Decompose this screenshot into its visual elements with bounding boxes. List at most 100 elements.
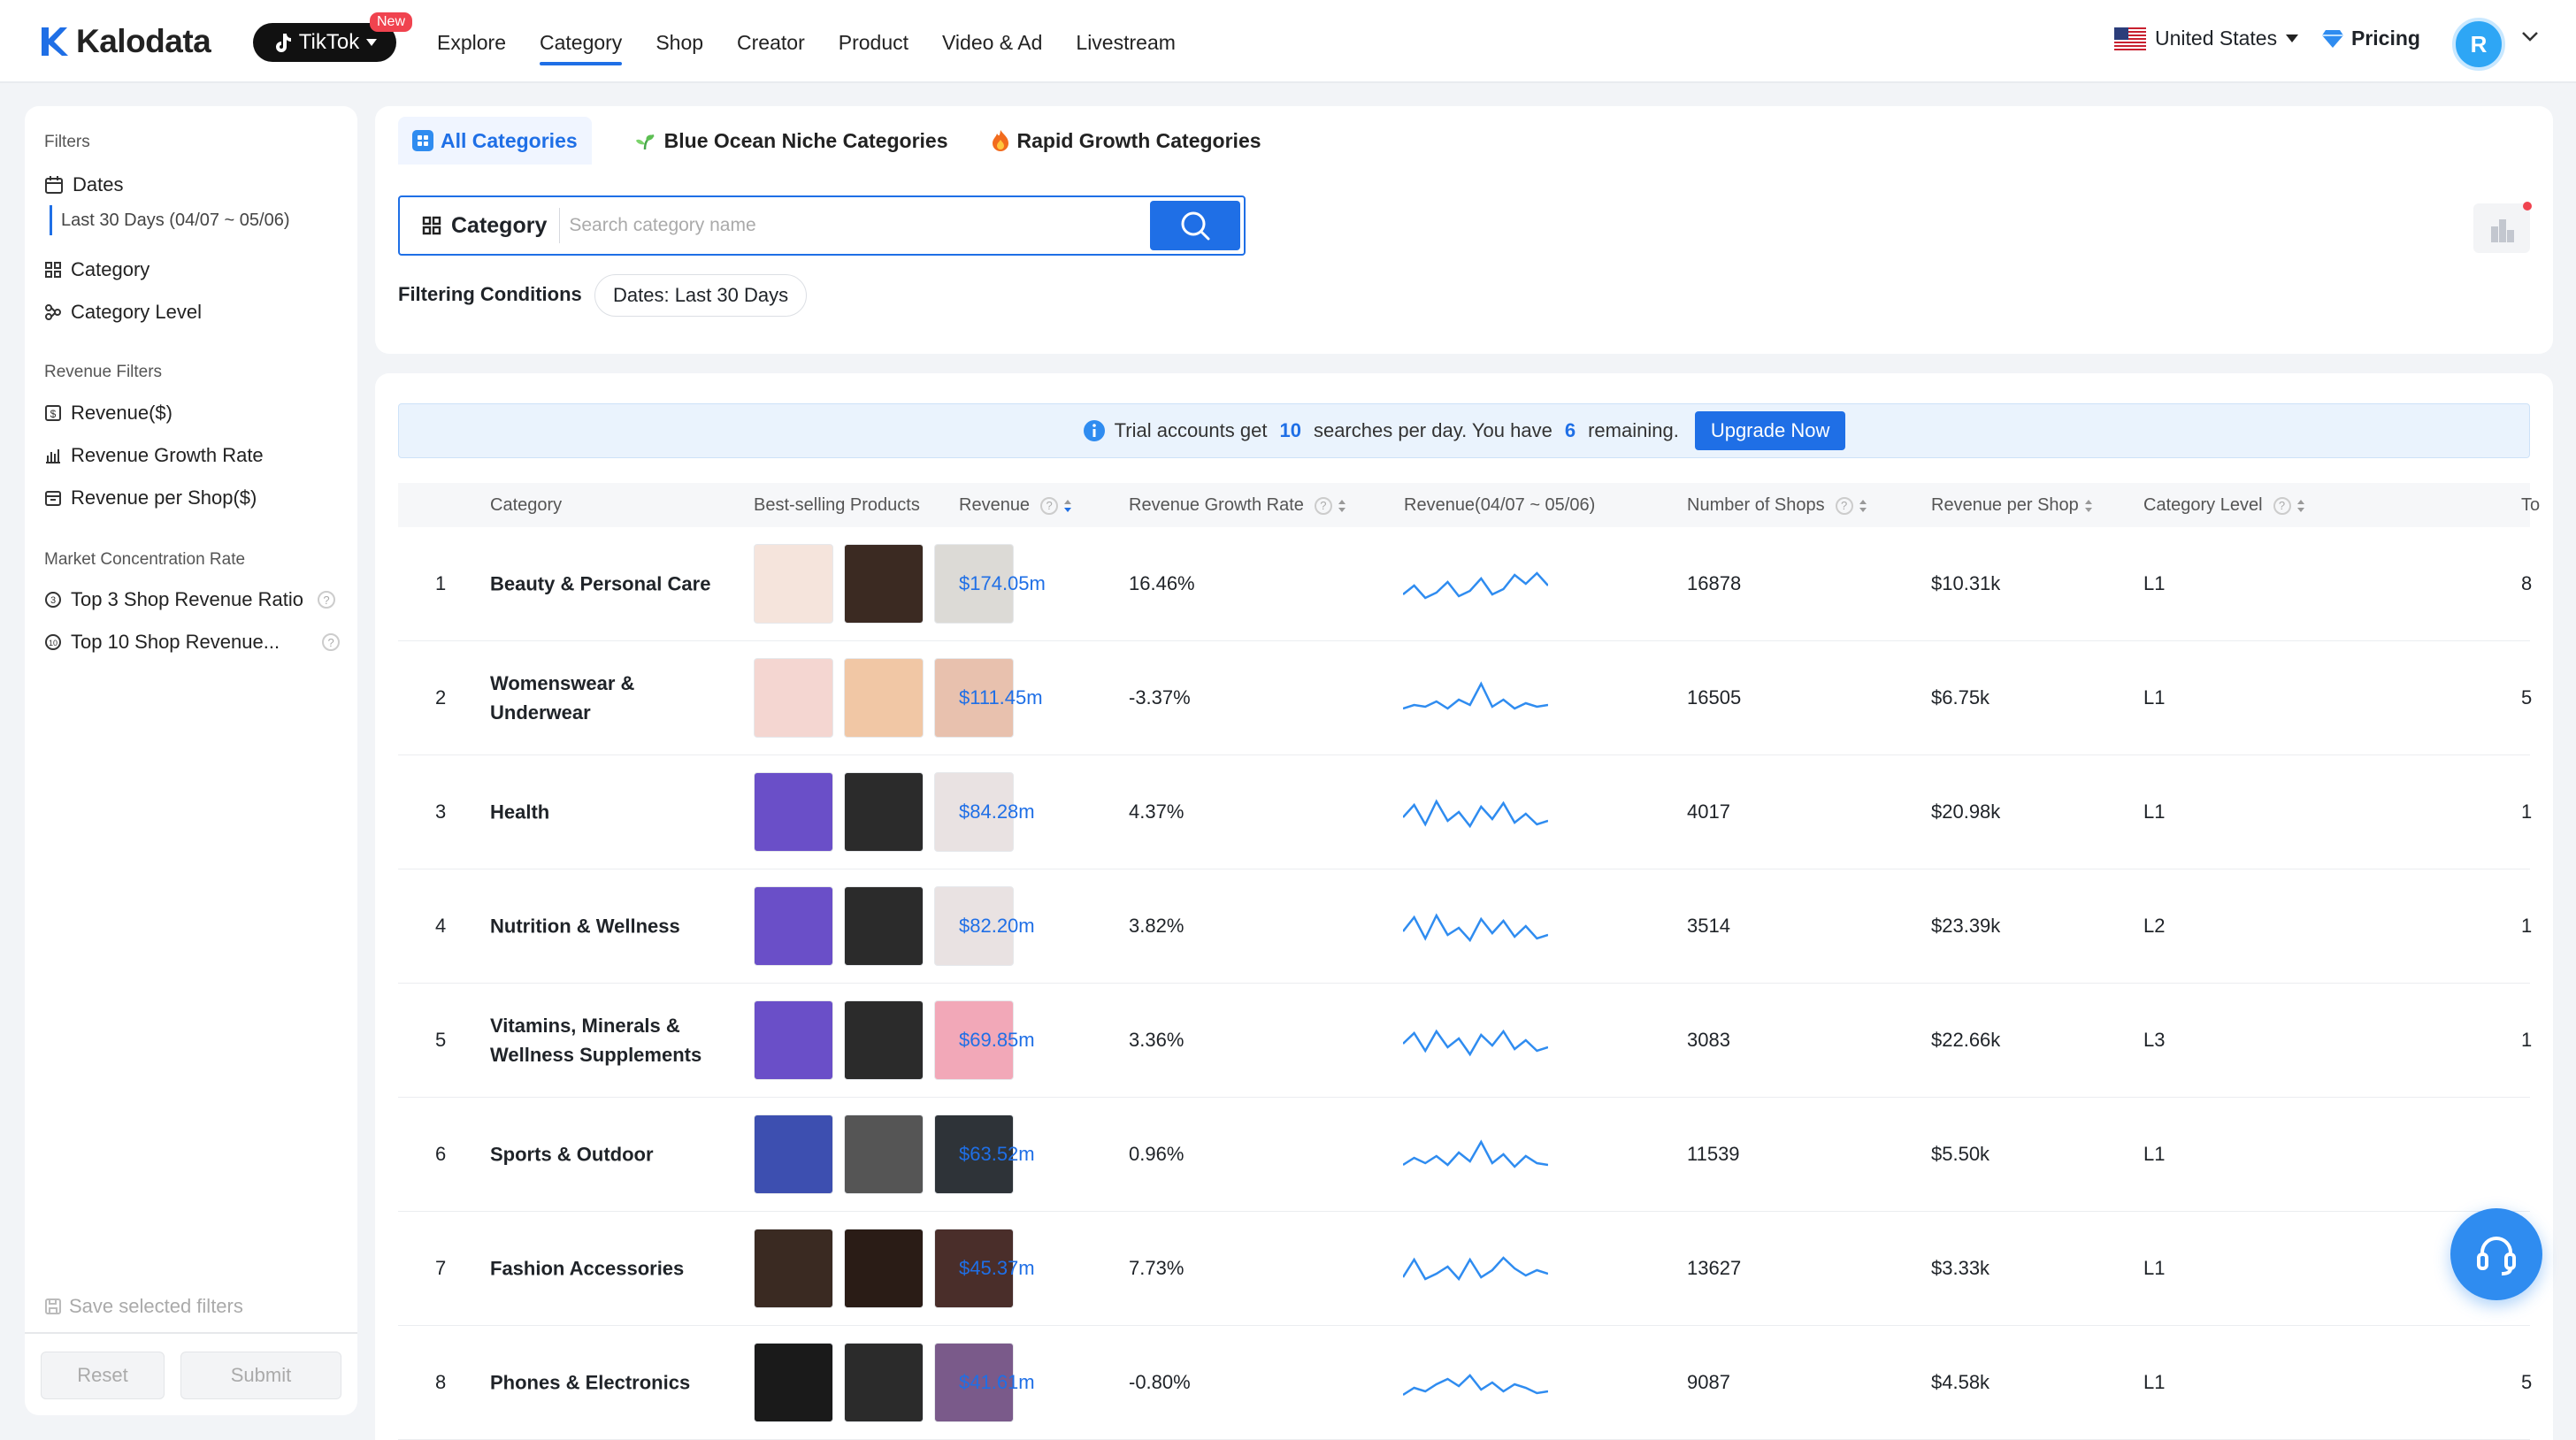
product-thumbnail[interactable] (844, 544, 924, 624)
col-revenue-per-shop[interactable]: Revenue per Shop (1931, 495, 2093, 516)
support-button[interactable] (2450, 1208, 2542, 1300)
dates-filter[interactable]: Dates (44, 173, 123, 196)
trial-text-pre: Trial accounts get (1114, 419, 1268, 441)
table-row[interactable]: 1 Beauty & Personal Care $174.05m 16.46%… (398, 527, 2532, 641)
revenue-growth-filter[interactable]: Revenue Growth Rate (44, 444, 264, 467)
revenue-cell[interactable]: $69.85m (959, 1029, 1035, 1052)
submit-button[interactable]: Submit (180, 1352, 341, 1399)
top10-revenue-filter[interactable]: 10 Top 10 Shop Revenue... ? (44, 631, 341, 654)
filtering-conditions-label: Filtering Conditions (398, 283, 582, 305)
category-name-cell[interactable]: Fashion Accessories (490, 1254, 738, 1283)
table-row[interactable]: 7 Fashion Accessories $45.37m 7.73% 1362… (398, 1212, 2530, 1326)
product-thumbnail[interactable] (844, 658, 924, 738)
revenue-cell[interactable]: $41.61m (959, 1371, 1035, 1394)
revenue-cell[interactable]: $111.45m (959, 686, 1043, 709)
table-row[interactable]: 3 Health $84.28m 4.37% 4017 $20.98k L1 1 (398, 755, 2533, 869)
product-thumbnail[interactable] (754, 658, 833, 738)
product-thumbnail[interactable] (754, 1114, 833, 1194)
table-row[interactable]: 4 Nutrition & Wellness $82.20m 3.82% 351… (398, 869, 2532, 984)
rank-cell: 5 (435, 1029, 447, 1051)
revenue-cell[interactable]: $174.05m (959, 572, 1046, 595)
help-icon[interactable]: ? (2273, 496, 2291, 515)
help-icon[interactable]: ? (322, 633, 341, 651)
save-filters[interactable]: Save selected filters (44, 1295, 243, 1318)
chevron-down-icon[interactable] (2521, 30, 2539, 42)
table-row[interactable]: 2 Womenswear & Underwear $111.45m -3.37%… (398, 641, 2532, 755)
dates-value[interactable]: Last 30 Days (04/07 ~ 05/06) (50, 205, 290, 235)
sort-icon[interactable] (1338, 499, 1346, 513)
product-thumbnail[interactable] (754, 772, 833, 852)
pricing-link[interactable]: Pricing (2321, 27, 2420, 50)
category-name-cell[interactable]: Beauty & Personal Care (490, 570, 738, 599)
product-thumbnail[interactable] (754, 544, 833, 624)
search-button[interactable] (1150, 201, 1240, 250)
search-input[interactable] (560, 215, 1145, 236)
date-condition-chip[interactable]: Dates: Last 30 Days (594, 274, 808, 317)
revenue-cell[interactable]: $82.20m (959, 915, 1035, 938)
tab-blue-ocean[interactable]: Blue Ocean Niche Categories (634, 129, 948, 153)
search-scope[interactable]: Category (400, 208, 561, 243)
nav-shop[interactable]: Shop (656, 0, 703, 83)
category-filter[interactable]: Category (44, 258, 150, 281)
product-thumbnail[interactable] (754, 886, 833, 966)
product-thumbnail[interactable] (844, 1000, 924, 1080)
region-selector[interactable]: United States (2114, 27, 2299, 50)
product-thumbnail[interactable] (844, 1114, 924, 1194)
col-revenue-growth[interactable]: Revenue Growth Rate ? (1129, 495, 1346, 516)
ranking-icon[interactable] (2473, 203, 2530, 253)
col-number-of-shops[interactable]: Number of Shops ? (1687, 495, 1867, 516)
top3-ratio-filter[interactable]: 3 Top 3 Shop Revenue Ratio ? (44, 588, 335, 611)
nav-product[interactable]: Product (839, 0, 908, 83)
sort-icon[interactable] (2084, 499, 2093, 513)
grid-icon (422, 216, 441, 235)
help-icon[interactable]: ? (1835, 496, 1853, 515)
table-row[interactable]: 5 Vitamins, Minerals & Wellness Suppleme… (398, 984, 2533, 1098)
product-thumbnail[interactable] (844, 772, 924, 852)
category-name-cell[interactable]: Phones & Electronics (490, 1368, 738, 1398)
kalodata-logo[interactable]: Kalodata (39, 23, 211, 60)
tab-all-categories[interactable]: All Categories (398, 117, 592, 165)
category-name-cell[interactable]: Sports & Outdoor (490, 1140, 738, 1169)
category-name-cell[interactable]: Health (490, 798, 738, 827)
reset-button[interactable]: Reset (41, 1352, 165, 1399)
category-name-cell[interactable]: Vitamins, Minerals & Wellness Supplement… (490, 1011, 738, 1069)
table-row[interactable]: 8 Phones & Electronics $41.61m -0.80% 90… (398, 1326, 2532, 1440)
top-header: Kalodata TikTok New Explore Category Sho… (0, 0, 2576, 83)
product-thumbnail[interactable] (844, 1229, 924, 1308)
nav-video-ad[interactable]: Video & Ad (942, 0, 1042, 83)
user-avatar[interactable]: R (2452, 18, 2505, 71)
help-icon[interactable]: ? (317, 591, 335, 609)
truncated-cell: 1 (2521, 1029, 2533, 1051)
sprout-icon (635, 134, 655, 150)
revenue-cell[interactable]: $84.28m (959, 800, 1035, 823)
truncated-cell: 1 (2521, 800, 2533, 823)
category-name-cell[interactable]: Nutrition & Wellness (490, 912, 738, 941)
nav-category[interactable]: Category (539, 0, 623, 83)
search-icon (1181, 211, 1210, 241)
revenue-cell[interactable]: $63.52m (959, 1143, 1035, 1166)
category-name-cell[interactable]: Womenswear & Underwear (490, 669, 738, 727)
revenue-cell[interactable]: $45.37m (959, 1257, 1035, 1280)
sort-icon[interactable] (2296, 499, 2305, 513)
col-revenue[interactable]: Revenue ? (959, 495, 1072, 516)
nav-livestream[interactable]: Livestream (1076, 0, 1175, 83)
upgrade-now-button[interactable]: Upgrade Now (1694, 411, 1846, 450)
category-level-filter[interactable]: Category Level (44, 301, 202, 324)
product-thumbnail[interactable] (754, 1343, 833, 1422)
revenue-sparkline (1403, 1256, 1548, 1282)
help-icon[interactable]: ? (1040, 496, 1059, 515)
table-row[interactable]: 6 Sports & Outdoor $63.52m 0.96% 11539 $… (398, 1098, 2530, 1212)
nav-explore[interactable]: Explore (437, 0, 506, 83)
product-thumbnail[interactable] (754, 1000, 833, 1080)
nav-creator[interactable]: Creator (737, 0, 805, 83)
product-thumbnail[interactable] (754, 1229, 833, 1308)
tab-rapid-growth[interactable]: Rapid Growth Categories (991, 129, 1261, 153)
revenue-per-shop-filter[interactable]: Revenue per Shop($) (44, 486, 257, 509)
product-thumbnail[interactable] (844, 1343, 924, 1422)
help-icon[interactable]: ? (1314, 496, 1332, 515)
sort-icon[interactable] (1063, 499, 1072, 513)
product-thumbnail[interactable] (844, 886, 924, 966)
revenue-filter[interactable]: $ Revenue($) (44, 402, 172, 425)
sort-icon[interactable] (1859, 499, 1867, 513)
col-category-level[interactable]: Category Level ? (2143, 495, 2305, 516)
